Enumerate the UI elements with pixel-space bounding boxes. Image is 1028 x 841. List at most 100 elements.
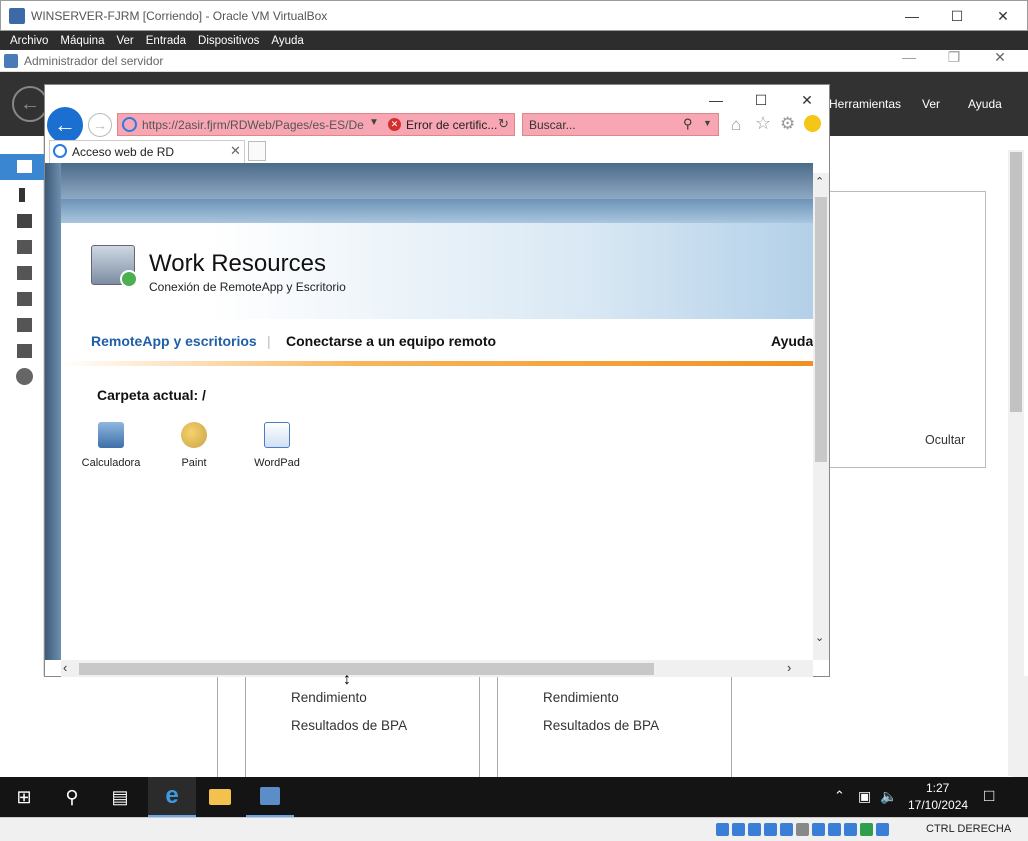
usb-icon[interactable] [780,823,793,837]
browser-tab[interactable]: Acceso web de RD ✕ [49,140,245,163]
search-icon[interactable]: ⚲ [48,777,96,817]
menu-ayuda[interactable]: Ayuda [265,35,309,47]
sm-back-icon[interactable]: ← [12,86,48,122]
ie-horizontal-scrollbar[interactable]: ‹ › [61,660,813,677]
menu-entrada[interactable]: Entrada [140,35,192,47]
address-url[interactable]: https://2asir.fjrm/RDWeb/Pages/es-ES/De [142,118,364,132]
bpa-results-label[interactable]: Resultados de BPA [543,718,659,733]
maximize-button[interactable]: ☐ [934,1,980,31]
keyboard-capture-icon[interactable] [876,823,889,837]
nav-help[interactable]: Ayuda [771,333,813,349]
nav-remoteapp-desktops[interactable]: RemoteApp y escritorios [91,333,257,349]
scroll-right-icon[interactable]: › [787,660,791,675]
remote-arrows-badge-icon [120,270,138,288]
resize-cursor-icon: ↕ [343,671,351,688]
virtualbox-icon [9,8,25,24]
sm-menu-ver[interactable]: Ver [922,97,940,111]
address-dropdown-icon[interactable]: ▼ [369,117,379,128]
internet-explorer-icon[interactable]: e [148,777,196,817]
minimize-button[interactable]: — [889,1,935,31]
rdweb-top-banner [45,163,813,199]
iis-icon[interactable] [17,266,32,280]
ie-close-button[interactable]: ✕ [784,87,830,113]
host-key-label: CTRL DERECHA [926,823,1012,835]
app-calculadora[interactable]: Calculadora [76,422,146,469]
shared-folders-icon[interactable] [796,823,809,837]
favorites-star-icon[interactable]: ☆ [755,113,771,134]
back-arrow-icon[interactable]: ← [47,107,83,143]
network-icon[interactable]: ▣ [858,788,871,805]
remote-access-icon[interactable] [16,368,33,385]
sm-menu-herramientas[interactable]: Herramientas [829,97,901,111]
performance-label[interactable]: Rendimiento [291,690,367,705]
wordpad-icon [264,422,290,448]
mouse-integration-icon[interactable] [860,823,873,837]
all-servers-icon[interactable] [17,214,32,228]
hard-disk-icon[interactable] [716,823,729,837]
home-icon[interactable]: ⌂ [731,115,741,135]
refresh-icon[interactable]: ↻ [498,116,509,132]
ie-maximize-button[interactable]: ☐ [738,87,784,113]
ie-vertical-scrollbar[interactable]: ⌃ ⌄ [813,173,829,660]
clock-date[interactable]: 17/10/2024 [908,798,968,812]
sm-scroll-thumb[interactable] [1010,152,1022,412]
app-paint[interactable]: Paint [159,422,229,469]
network-adapter-icon[interactable] [764,823,777,837]
scroll-left-icon[interactable]: ‹ [63,660,67,675]
menu-maquina[interactable]: Máquina [54,35,110,47]
optical-drive-icon[interactable] [732,823,745,837]
sm-close-button[interactable]: ✕ [977,46,1023,68]
scroll-down-icon[interactable]: ⌄ [815,631,824,644]
notifications-icon[interactable]: □ [984,786,994,806]
clock-time[interactable]: 1:27 [926,781,949,795]
cert-error-label[interactable]: Error de certific... [406,118,497,132]
performance-label[interactable]: Rendimiento [543,690,619,705]
tray-chevron-icon[interactable]: ⌃ [834,788,845,804]
close-button[interactable]: ✕ [980,1,1026,31]
menu-ver[interactable]: Ver [110,35,139,47]
search-dropdown-icon[interactable]: ▼ [703,118,712,128]
search-input[interactable]: Buscar... [529,118,576,132]
recording-icon[interactable] [828,823,841,837]
sm-restore-button[interactable]: ❐ [931,46,977,68]
roles-icon[interactable] [17,240,32,254]
sm-scroll-track[interactable] [1012,676,1028,777]
sm-minimize-button[interactable]: — [886,46,932,68]
address-bar[interactable]: https://2asir.fjrm/RDWeb/Pages/es-ES/De … [117,113,515,136]
scroll-up-icon[interactable]: ⌃ [815,175,824,188]
task-view-icon[interactable]: ▤ [96,777,144,817]
menu-dispositivos[interactable]: Dispositivos [192,35,265,47]
orange-divider [61,361,813,366]
ie-hscroll-thumb[interactable] [79,663,654,675]
file-explorer-icon[interactable] [196,777,244,817]
start-windows-icon[interactable]: ⊞ [0,777,48,817]
display-icon[interactable] [812,823,825,837]
sm-menu-ayuda[interactable]: Ayuda [968,97,1002,111]
audio-icon[interactable] [748,823,761,837]
menu-archivo[interactable]: Archivo [4,35,54,47]
app-wordpad[interactable]: WordPad [242,422,312,469]
ie-vscroll-thumb[interactable] [815,197,827,462]
ie-toolbar: — ☐ ✕ ← → https://2asir.fjrm/RDWeb/Pages… [45,85,830,143]
nav-connect-remote[interactable]: Conectarse a un equipo remoto [286,333,496,349]
new-tab-icon[interactable] [248,141,266,161]
hide-link[interactable]: Ocultar [925,433,965,447]
search-icon[interactable]: ⚲ [683,116,693,132]
bpa-results-label[interactable]: Resultados de BPA [291,718,407,733]
cert-error-icon[interactable]: ✕ [388,118,401,131]
wsus-icon[interactable] [17,344,32,358]
tab-ie-icon [53,144,67,158]
settings-gear-icon[interactable]: ⚙ [780,114,795,134]
local-server-icon[interactable] [19,188,25,202]
search-bar[interactable]: Buscar... ⚲ ▼ [522,113,719,136]
server-manager-taskbar-icon[interactable] [246,777,294,817]
file-services-icon[interactable] [17,318,32,332]
volume-muted-icon[interactable]: 🔈 [880,788,897,805]
ie-minimize-button[interactable]: — [693,87,739,113]
tab-close-icon[interactable]: ✕ [230,143,241,159]
bpa-tile-2: Rendimiento Resultados de BPA [497,676,732,777]
cpu-icon[interactable] [844,823,857,837]
forward-arrow-icon[interactable]: → [88,113,112,137]
rds-icon[interactable] [17,292,32,306]
smiley-feedback-icon[interactable] [804,115,821,132]
